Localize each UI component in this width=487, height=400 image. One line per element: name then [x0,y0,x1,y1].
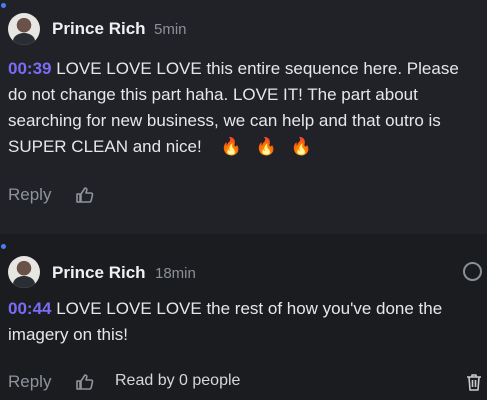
comment-text: 00:39 LOVE LOVE LOVE this entire sequenc… [8,56,478,160]
avatar[interactable] [8,256,40,288]
comment-time: 18min [155,265,196,282]
read-by-count[interactable]: Read by 0 people [115,372,240,390]
author-name[interactable]: Prince Rich [52,263,146,283]
reply-button[interactable]: Reply [8,185,51,205]
comment-card: Prince Rich 18min 00:44 LOVE LOVE LOVE t… [0,236,487,400]
comment-body: LOVE LOVE LOVE the rest of how you've do… [8,299,443,344]
comment-card: Prince Rich 5min 00:39 LOVE LOVE LOVE th… [0,0,487,234]
thumbs-up-icon[interactable] [76,187,94,203]
fire-emoji: 🔥 [255,137,277,156]
fire-emoji: 🔥 [290,137,312,156]
author-name[interactable]: Prince Rich [52,19,146,39]
fire-emoji: 🔥 [220,137,242,156]
timestamp-link[interactable]: 00:39 [8,59,51,78]
resolve-circle-icon[interactable] [463,262,482,281]
comment-time: 5min [154,21,187,38]
unread-indicator [1,244,6,249]
unread-indicator [1,3,6,8]
thumbs-up-icon[interactable] [76,374,94,390]
trash-icon[interactable] [466,373,482,391]
timestamp-link[interactable]: 00:44 [8,299,51,318]
reply-button[interactable]: Reply [8,372,51,392]
comment-text: 00:44 LOVE LOVE LOVE the rest of how you… [8,296,478,348]
avatar[interactable] [8,13,40,45]
